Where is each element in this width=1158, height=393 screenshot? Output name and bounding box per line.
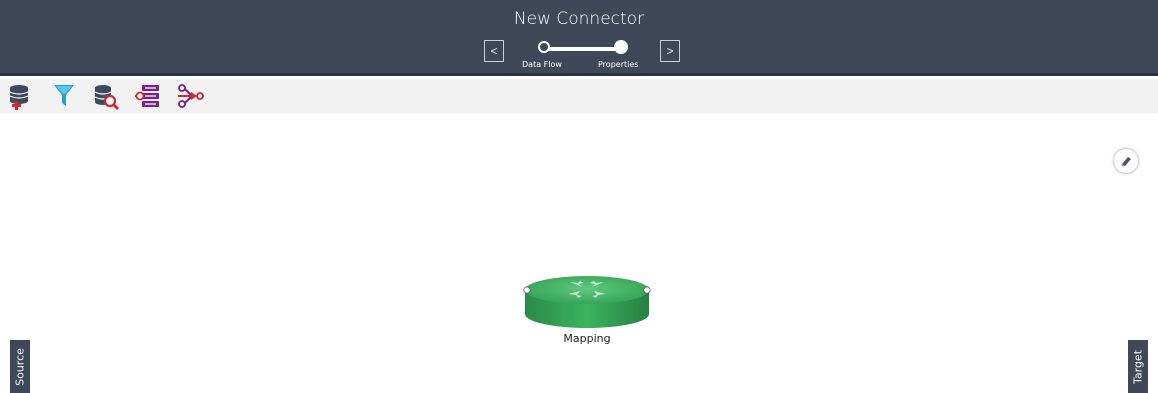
previous-step-button[interactable]: < — [484, 40, 504, 62]
eraser-icon[interactable] — [1114, 149, 1138, 173]
step-progress: Data Flow Properties — [520, 40, 650, 74]
mapping-router-icon — [523, 276, 651, 328]
header-bar: New Connector < Data Flow Properties > — [0, 0, 1158, 76]
target-tab-label: Target — [1131, 349, 1145, 384]
add-source-icon[interactable] — [6, 82, 34, 110]
step-properties-dot[interactable] — [614, 40, 628, 54]
filter-icon[interactable] — [50, 82, 78, 110]
step-properties-label[interactable]: Properties — [598, 60, 638, 69]
mapping-list-icon[interactable] — [134, 82, 162, 110]
mapping-node-label: Mapping — [563, 332, 611, 345]
lookup-icon[interactable] — [92, 82, 120, 110]
target-panel-tab[interactable]: Target — [1128, 340, 1148, 393]
source-tab-label: Source — [13, 347, 27, 386]
step-data-flow-dot[interactable] — [538, 41, 550, 53]
next-step-button[interactable]: > — [660, 40, 680, 62]
step-connector-line — [545, 47, 621, 51]
connector-flow-icon[interactable] — [176, 82, 204, 110]
toolbar — [0, 79, 1158, 113]
step-data-flow-label[interactable]: Data Flow — [522, 60, 562, 69]
source-panel-tab[interactable]: Source — [10, 340, 30, 393]
page-title: New Connector — [513, 9, 645, 29]
mapping-node[interactable]: Mapping — [522, 272, 652, 352]
